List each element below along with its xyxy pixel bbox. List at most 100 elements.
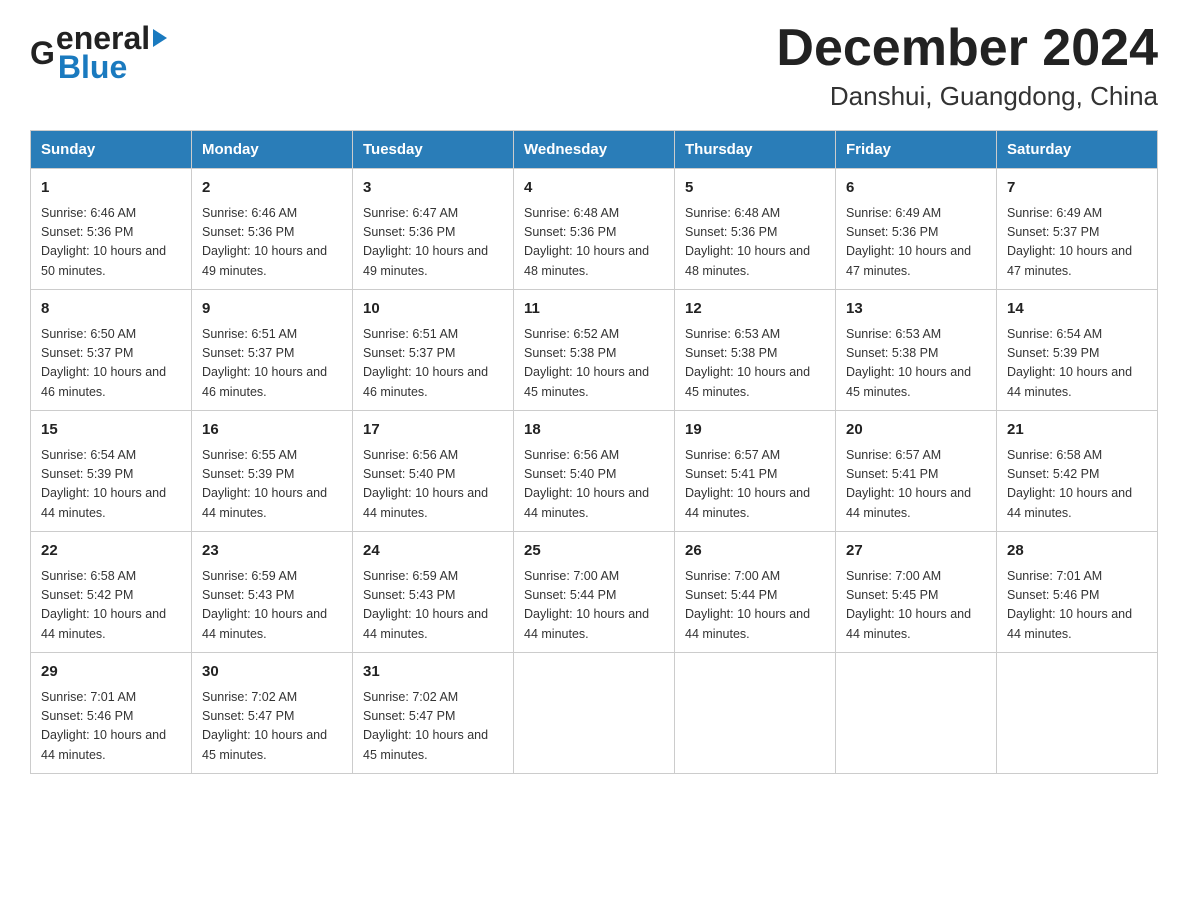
logo-arrow-icon — [153, 29, 167, 47]
day-info: Sunrise: 6:54 AMSunset: 5:39 PMDaylight:… — [41, 446, 181, 524]
day-info: Sunrise: 7:01 AMSunset: 5:46 PMDaylight:… — [1007, 567, 1147, 645]
calendar-cell: 23 Sunrise: 6:59 AMSunset: 5:43 PMDayligh… — [192, 532, 353, 653]
calendar-cell: 16 Sunrise: 6:55 AMSunset: 5:39 PMDayligh… — [192, 411, 353, 532]
calendar-cell: 12 Sunrise: 6:53 AMSunset: 5:38 PMDayligh… — [675, 290, 836, 411]
day-number: 8 — [41, 298, 181, 321]
day-info: Sunrise: 6:48 AMSunset: 5:36 PMDaylight:… — [524, 204, 664, 282]
calendar-cell: 11 Sunrise: 6:52 AMSunset: 5:38 PMDayligh… — [514, 290, 675, 411]
day-info: Sunrise: 7:02 AMSunset: 5:47 PMDaylight:… — [363, 688, 503, 766]
day-info: Sunrise: 6:54 AMSunset: 5:39 PMDaylight:… — [1007, 325, 1147, 403]
day-number: 26 — [685, 540, 825, 563]
calendar-cell: 20 Sunrise: 6:57 AMSunset: 5:41 PMDayligh… — [836, 411, 997, 532]
day-number: 28 — [1007, 540, 1147, 563]
calendar-cell: 19 Sunrise: 6:57 AMSunset: 5:41 PMDayligh… — [675, 411, 836, 532]
day-info: Sunrise: 6:56 AMSunset: 5:40 PMDaylight:… — [524, 446, 664, 524]
day-info: Sunrise: 6:59 AMSunset: 5:43 PMDaylight:… — [202, 567, 342, 645]
calendar-week-row: 15 Sunrise: 6:54 AMSunset: 5:39 PMDayligh… — [31, 411, 1158, 532]
calendar-cell: 17 Sunrise: 6:56 AMSunset: 5:40 PMDayligh… — [353, 411, 514, 532]
day-number: 10 — [363, 298, 503, 321]
calendar-week-row: 8 Sunrise: 6:50 AMSunset: 5:37 PMDaylight… — [31, 290, 1158, 411]
day-info: Sunrise: 6:58 AMSunset: 5:42 PMDaylight:… — [41, 567, 181, 645]
day-info: Sunrise: 6:47 AMSunset: 5:36 PMDaylight:… — [363, 204, 503, 282]
day-number: 20 — [846, 419, 986, 442]
calendar-cell: 30 Sunrise: 7:02 AMSunset: 5:47 PMDayligh… — [192, 653, 353, 774]
day-info: Sunrise: 6:53 AMSunset: 5:38 PMDaylight:… — [846, 325, 986, 403]
day-info: Sunrise: 7:00 AMSunset: 5:44 PMDaylight:… — [685, 567, 825, 645]
calendar-cell — [997, 653, 1158, 774]
day-number: 27 — [846, 540, 986, 563]
day-number: 15 — [41, 419, 181, 442]
day-number: 29 — [41, 661, 181, 684]
calendar-cell: 14 Sunrise: 6:54 AMSunset: 5:39 PMDayligh… — [997, 290, 1158, 411]
calendar-cell — [514, 653, 675, 774]
calendar-cell: 21 Sunrise: 6:58 AMSunset: 5:42 PMDayligh… — [997, 411, 1158, 532]
calendar-cell: 1Sunrise: 6:46 AMSunset: 5:36 PMDaylight… — [31, 169, 192, 290]
weekday-header-row: SundayMondayTuesdayWednesdayThursdayFrid… — [31, 131, 1158, 169]
weekday-header-tuesday: Tuesday — [353, 131, 514, 169]
logo-g: G — [30, 35, 55, 72]
calendar-cell — [836, 653, 997, 774]
calendar-cell: 31 Sunrise: 7:02 AMSunset: 5:47 PMDayligh… — [353, 653, 514, 774]
day-info: Sunrise: 6:46 AMSunset: 5:36 PMDaylight:… — [41, 204, 181, 282]
calendar-cell: 24 Sunrise: 6:59 AMSunset: 5:43 PMDayligh… — [353, 532, 514, 653]
day-info: Sunrise: 6:58 AMSunset: 5:42 PMDaylight:… — [1007, 446, 1147, 524]
day-number: 31 — [363, 661, 503, 684]
day-info: Sunrise: 6:55 AMSunset: 5:39 PMDaylight:… — [202, 446, 342, 524]
logo: G eneral Blue — [30, 20, 167, 86]
day-number: 4 — [524, 177, 664, 200]
calendar-table: SundayMondayTuesdayWednesdayThursdayFrid… — [30, 130, 1158, 774]
calendar-cell: 9Sunrise: 6:51 AMSunset: 5:37 PMDaylight… — [192, 290, 353, 411]
page-header: G eneral Blue December 2024 Danshui, Gua… — [30, 20, 1158, 112]
day-number: 23 — [202, 540, 342, 563]
day-number: 19 — [685, 419, 825, 442]
day-number: 5 — [685, 177, 825, 200]
day-info: Sunrise: 6:57 AMSunset: 5:41 PMDaylight:… — [846, 446, 986, 524]
day-number: 11 — [524, 298, 664, 321]
day-number: 22 — [41, 540, 181, 563]
calendar-cell: 29 Sunrise: 7:01 AMSunset: 5:46 PMDayligh… — [31, 653, 192, 774]
day-info: Sunrise: 6:56 AMSunset: 5:40 PMDaylight:… — [363, 446, 503, 524]
weekday-header-sunday: Sunday — [31, 131, 192, 169]
weekday-header-thursday: Thursday — [675, 131, 836, 169]
logo-blue-text: Blue — [56, 49, 167, 86]
location-title: Danshui, Guangdong, China — [776, 81, 1158, 112]
calendar-cell: 18Sunrise: 6:56 AMSunset: 5:40 PMDayligh… — [514, 411, 675, 532]
calendar-cell: 27 Sunrise: 7:00 AMSunset: 5:45 PMDayligh… — [836, 532, 997, 653]
day-number: 3 — [363, 177, 503, 200]
title-section: December 2024 Danshui, Guangdong, China — [776, 20, 1158, 112]
calendar-cell: 10Sunrise: 6:51 AMSunset: 5:37 PMDayligh… — [353, 290, 514, 411]
day-number: 24 — [363, 540, 503, 563]
calendar-week-row: 1Sunrise: 6:46 AMSunset: 5:36 PMDaylight… — [31, 169, 1158, 290]
day-info: Sunrise: 7:00 AMSunset: 5:45 PMDaylight:… — [846, 567, 986, 645]
day-info: Sunrise: 6:59 AMSunset: 5:43 PMDaylight:… — [363, 567, 503, 645]
day-number: 21 — [1007, 419, 1147, 442]
weekday-header-wednesday: Wednesday — [514, 131, 675, 169]
calendar-cell: 25Sunrise: 7:00 AMSunset: 5:44 PMDayligh… — [514, 532, 675, 653]
calendar-cell: 4 Sunrise: 6:48 AMSunset: 5:36 PMDaylight… — [514, 169, 675, 290]
day-number: 14 — [1007, 298, 1147, 321]
calendar-cell: 6Sunrise: 6:49 AMSunset: 5:36 PMDaylight… — [836, 169, 997, 290]
day-info: Sunrise: 6:52 AMSunset: 5:38 PMDaylight:… — [524, 325, 664, 403]
calendar-cell: 8 Sunrise: 6:50 AMSunset: 5:37 PMDaylight… — [31, 290, 192, 411]
day-number: 17 — [363, 419, 503, 442]
day-info: Sunrise: 7:02 AMSunset: 5:47 PMDaylight:… — [202, 688, 342, 766]
day-number: 2 — [202, 177, 342, 200]
day-info: Sunrise: 6:53 AMSunset: 5:38 PMDaylight:… — [685, 325, 825, 403]
calendar-cell: 22 Sunrise: 6:58 AMSunset: 5:42 PMDayligh… — [31, 532, 192, 653]
day-info: Sunrise: 6:49 AMSunset: 5:36 PMDaylight:… — [846, 204, 986, 282]
calendar-cell: 5 Sunrise: 6:48 AMSunset: 5:36 PMDaylight… — [675, 169, 836, 290]
calendar-cell: 7Sunrise: 6:49 AMSunset: 5:37 PMDaylight… — [997, 169, 1158, 290]
day-number: 12 — [685, 298, 825, 321]
day-info: Sunrise: 7:00 AMSunset: 5:44 PMDaylight:… — [524, 567, 664, 645]
day-info: Sunrise: 6:48 AMSunset: 5:36 PMDaylight:… — [685, 204, 825, 282]
weekday-header-saturday: Saturday — [997, 131, 1158, 169]
day-info: Sunrise: 6:57 AMSunset: 5:41 PMDaylight:… — [685, 446, 825, 524]
day-number: 16 — [202, 419, 342, 442]
weekday-header-friday: Friday — [836, 131, 997, 169]
calendar-cell: 3 Sunrise: 6:47 AMSunset: 5:36 PMDaylight… — [353, 169, 514, 290]
day-info: Sunrise: 6:50 AMSunset: 5:37 PMDaylight:… — [41, 325, 181, 403]
day-number: 30 — [202, 661, 342, 684]
day-info: Sunrise: 7:01 AMSunset: 5:46 PMDaylight:… — [41, 688, 181, 766]
day-info: Sunrise: 6:49 AMSunset: 5:37 PMDaylight:… — [1007, 204, 1147, 282]
calendar-cell — [675, 653, 836, 774]
